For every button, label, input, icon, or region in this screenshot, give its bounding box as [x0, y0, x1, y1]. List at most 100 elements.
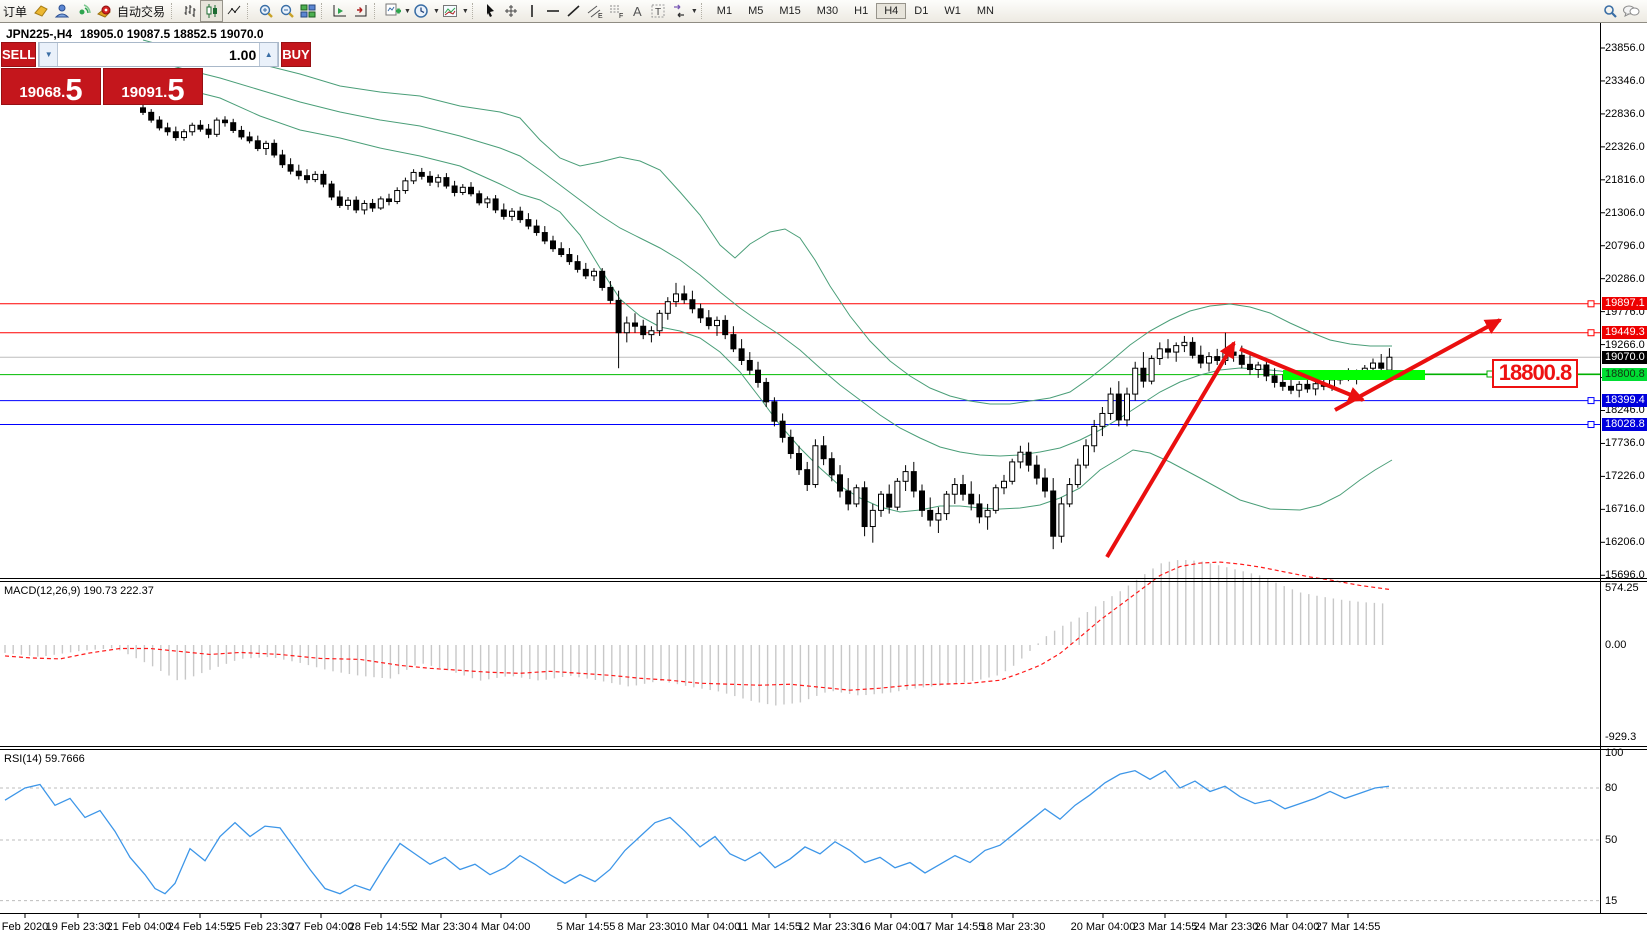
cursor-tool-icon[interactable] [480, 1, 501, 21]
horizontal-line-tool-icon[interactable] [543, 1, 564, 21]
crosshair-tool-icon[interactable] [501, 1, 522, 21]
timeframe-button-m5[interactable]: M5 [740, 3, 771, 19]
templates-icon[interactable] [440, 1, 461, 21]
main-toolbar: 订单 自动交易 ▼ ▼ ▼ E F A T ▼ M [0, 0, 1647, 23]
auto-scroll-icon[interactable] [329, 1, 350, 21]
text-tool-icon[interactable]: A [627, 1, 648, 21]
volume-input[interactable] [58, 43, 259, 66]
signal-icon[interactable] [72, 1, 93, 21]
timeframe-button-w1[interactable]: W1 [936, 3, 969, 19]
candlestick-chart-type-icon[interactable] [200, 0, 223, 22]
date-label: 25 Feb 23:30 [229, 921, 294, 933]
timeframe-button-m15[interactable]: M15 [771, 3, 808, 19]
hline-price-tag[interactable]: 18800.8 [1602, 368, 1647, 381]
hline-price-tag[interactable]: 19449.3 [1602, 326, 1647, 339]
price-tick-label: 20286.0 [1605, 273, 1645, 285]
timeframe-button-mn[interactable]: MN [969, 3, 1002, 19]
volume-increase-button[interactable]: ▲ [259, 43, 278, 66]
hline-price-tag[interactable]: 19897.1 [1602, 297, 1647, 310]
price-tick-label: 20796.0 [1605, 240, 1645, 252]
timeframe-button-d1[interactable]: D1 [906, 3, 936, 19]
rsi-axis-label: 100 [1605, 747, 1623, 759]
one-click-trading-panel: SELL ▼ ▲ BUY 19068.5 19091.5 [1, 42, 203, 105]
add-indicator-icon[interactable] [382, 1, 403, 21]
line-chart-type-icon[interactable] [223, 1, 244, 21]
tile-windows-icon[interactable] [297, 1, 318, 21]
rsi-axis-label: 50 [1605, 834, 1617, 846]
rsi-name: RSI(14) [4, 753, 42, 765]
chevron-down-icon[interactable]: ▼ [462, 8, 469, 15]
text-label-tool-icon[interactable]: T [648, 1, 669, 21]
fibonacci-tool-icon[interactable]: F [606, 1, 627, 21]
autotrade-button[interactable]: 自动交易 [114, 3, 168, 20]
sell-price-box[interactable]: 19068.5 [1, 68, 101, 105]
rsi-indicator-label: RSI(14) 59.7666 [4, 753, 85, 765]
chart-shift-icon[interactable] [350, 1, 371, 21]
price-tick-label: 17226.0 [1605, 470, 1645, 482]
toolbar-grip [701, 3, 706, 19]
buy-price-box[interactable]: 19091.5 [103, 68, 203, 105]
comments-icon[interactable] [1620, 1, 1641, 21]
price-tick-label: 19266.0 [1605, 339, 1645, 351]
toolbar-grip [247, 3, 252, 19]
volume-decrease-button[interactable]: ▼ [39, 43, 58, 66]
date-label: 4 Mar 04:00 [472, 921, 531, 933]
hline-price-tag[interactable]: 18399.4 [1602, 394, 1647, 407]
new-order-icon[interactable] [30, 1, 51, 21]
date-label: 5 Mar 14:55 [557, 921, 616, 933]
svg-text:T: T [655, 7, 661, 18]
accounts-icon[interactable] [51, 1, 72, 21]
price-tick-label: 21816.0 [1605, 174, 1645, 186]
order-button[interactable]: 订单 [0, 3, 30, 20]
price-tick-label: 21306.0 [1605, 207, 1645, 219]
rsi-axis-label: 80 [1605, 782, 1617, 794]
trendline-tool-icon[interactable] [564, 1, 585, 21]
zoom-in-icon[interactable] [255, 1, 276, 21]
macd-axis-label: 0.00 [1605, 639, 1626, 651]
date-label: 2 Mar 23:30 [412, 921, 471, 933]
date-label: 28 Feb 14:55 [349, 921, 414, 933]
date-label: 8 Mar 23:30 [618, 921, 677, 933]
autotrade-icon[interactable] [93, 1, 114, 21]
timeframe-group: M1M5M15M30H1H4D1W1MN [709, 3, 1002, 19]
timeframe-button-h1[interactable]: H1 [846, 3, 876, 19]
price-tick-label: 23346.0 [1605, 75, 1645, 87]
timeframe-button-h4[interactable]: H4 [876, 3, 906, 19]
date-label: 24 Mar 23:30 [1194, 921, 1259, 933]
channel-tool-icon[interactable]: E [585, 1, 606, 21]
chart-ohlc-values: 18905.0 19087.5 18852.5 19070.0 [80, 27, 264, 41]
buy-button[interactable]: BUY [281, 42, 310, 67]
sell-price: 19068. [19, 83, 65, 103]
timeframe-button-m1[interactable]: M1 [709, 3, 740, 19]
date-label: Feb 2020 [2, 921, 48, 933]
date-label: 27 Mar 14:55 [1316, 921, 1381, 933]
price-alert-tag[interactable]: 18800.8 [1492, 359, 1578, 388]
price-tick-label: 16716.0 [1605, 503, 1645, 515]
toolbar-grip [321, 3, 326, 19]
chevron-down-icon[interactable]: ▼ [433, 8, 440, 15]
chart-canvas[interactable] [0, 0, 1647, 946]
price-tick-label: 22836.0 [1605, 108, 1645, 120]
hline-price-tag[interactable]: 18028.8 [1602, 418, 1647, 431]
periods-clock-icon[interactable] [411, 1, 432, 21]
arrows-tool-icon[interactable] [669, 1, 690, 21]
sell-button[interactable]: SELL [1, 42, 36, 67]
chevron-down-icon[interactable]: ▼ [404, 8, 411, 15]
search-icon[interactable] [1599, 1, 1620, 21]
bar-chart-type-icon[interactable] [179, 1, 200, 21]
date-label: 24 Feb 14:55 [168, 921, 233, 933]
vertical-line-tool-icon[interactable] [522, 1, 543, 21]
date-label: 10 Mar 04:00 [676, 921, 741, 933]
zoom-out-icon[interactable] [276, 1, 297, 21]
date-label: 27 Feb 04:00 [289, 921, 354, 933]
rsi-axis-label: 15 [1605, 895, 1617, 907]
chevron-down-icon[interactable]: ▼ [691, 8, 698, 15]
hline-price-tag[interactable]: 19070.0 [1602, 351, 1647, 364]
macd-values: 190.73 222.37 [83, 585, 153, 597]
sell-price-big-digit: 5 [65, 77, 82, 103]
mt4-window: 订单 自动交易 ▼ ▼ ▼ E F A T ▼ M [0, 0, 1647, 946]
date-label: 20 Mar 04:00 [1071, 921, 1136, 933]
timeframe-button-m30[interactable]: M30 [809, 3, 846, 19]
macd-indicator-label: MACD(12,26,9) 190.73 222.37 [4, 585, 154, 597]
macd-axis-label: 574.25 [1605, 582, 1639, 594]
